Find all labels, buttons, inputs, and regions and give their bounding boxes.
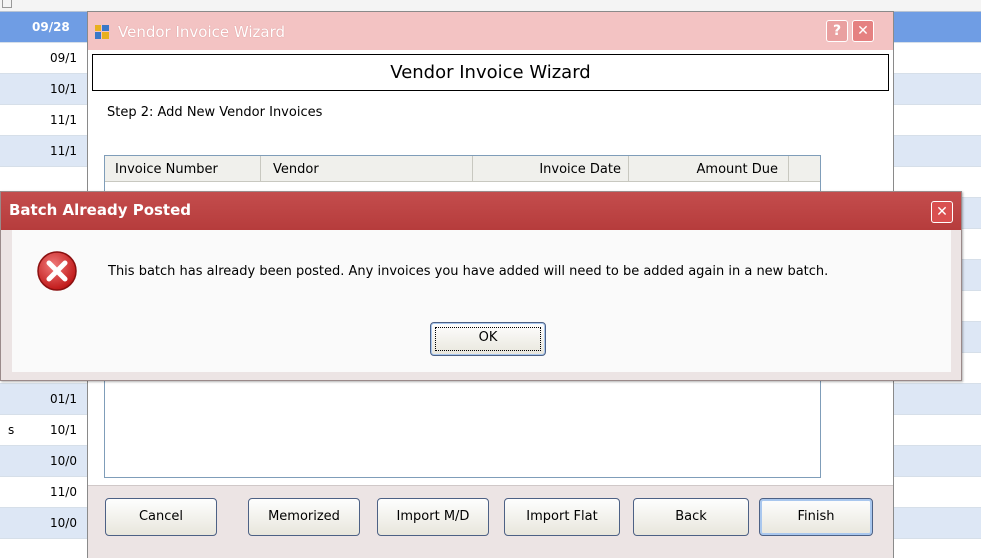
column-filler (789, 156, 820, 182)
ok-button-label: OK (478, 330, 498, 345)
wizard-header: Vendor Invoice Wizard (92, 54, 889, 91)
batch-already-posted-dialog: Batch Already Posted ✕ This batch has al… (0, 191, 962, 381)
grid-cell-date: 11/1 (50, 113, 77, 127)
cancel-button[interactable]: Cancel (105, 498, 217, 536)
error-icon (37, 251, 77, 291)
grid-cell-prefix: s (8, 423, 15, 437)
wizard-close-button[interactable]: ✕ (852, 20, 874, 42)
grid-cell-date: 09/28 (32, 20, 70, 34)
grid-cell-date: 09/1 (50, 51, 77, 65)
wizard-titlebar[interactable]: Vendor Invoice Wizard ? ✕ (88, 12, 893, 50)
grid-cell-date: 11/1 (50, 144, 77, 158)
dialog-body: This batch has already been posted. Any … (12, 230, 951, 372)
step-label: Step 2: Add New Vendor Invoices (107, 105, 323, 120)
column-invoice-number[interactable]: Invoice Number (105, 156, 261, 182)
column-amount-due[interactable]: Amount Due (629, 156, 789, 182)
grid-cell-date: 11/0 (50, 485, 77, 499)
wizard-window-title: Vendor Invoice Wizard (118, 23, 286, 41)
help-button[interactable]: ? (826, 20, 848, 42)
import-flat-button[interactable]: Import Flat (504, 498, 620, 536)
grid-cell-date: 10/0 (50, 516, 77, 530)
dialog-title: Batch Already Posted (9, 201, 192, 219)
ok-button[interactable]: OK (430, 322, 546, 356)
memorized-button[interactable]: Memorized (248, 498, 360, 536)
grid-cell-date: 10/1 (50, 423, 77, 437)
back-button[interactable]: Back (633, 498, 749, 536)
import-md-button[interactable]: Import M/D (377, 498, 489, 536)
app-window-icon (95, 25, 109, 39)
wizard-button-bar: Cancel Memorized Import M/D Import Flat … (88, 485, 893, 558)
dialog-message: This batch has already been posted. Any … (108, 264, 829, 279)
grid-corner (2, 0, 12, 8)
grid-cell-date: 01/1 (50, 392, 77, 406)
dialog-close-button[interactable]: ✕ (931, 201, 953, 223)
finish-button[interactable]: Finish (759, 498, 873, 536)
column-invoice-date[interactable]: Invoice Date (473, 156, 629, 182)
grid-cell-date: 10/0 (50, 454, 77, 468)
column-vendor[interactable]: Vendor (261, 156, 473, 182)
invoice-list-header: Invoice Number Vendor Invoice Date Amoun… (105, 156, 820, 182)
dialog-titlebar[interactable]: Batch Already Posted ✕ (1, 192, 961, 230)
grid-cell-date: 10/1 (50, 82, 77, 96)
